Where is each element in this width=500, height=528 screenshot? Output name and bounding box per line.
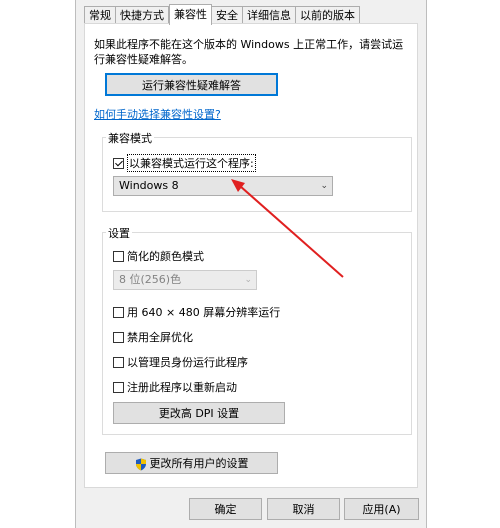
os-version-select[interactable]: Windows 8 ⌄: [113, 176, 333, 196]
run-as-admin-label: 以管理员身份运行此程序: [127, 356, 248, 369]
resolution-checkbox[interactable]: [113, 306, 124, 318]
os-version-selected-value: Windows 8: [119, 179, 179, 192]
run-as-admin-row[interactable]: 以管理员身份运行此程序: [113, 354, 248, 370]
tab-previous-versions[interactable]: 以前的版本: [296, 6, 360, 24]
settings-group: 设置 简化的颜色模式 8 位(256)色 ⌄ 用 640 × 480 屏幕分辨率…: [102, 225, 412, 435]
compat-mode-checkbox[interactable]: [113, 157, 124, 169]
ok-button[interactable]: 确定: [189, 498, 262, 520]
change-all-users-button[interactable]: 更改所有用户的设置: [105, 452, 278, 474]
reduced-color-label: 简化的颜色模式: [127, 250, 204, 263]
reduced-color-row[interactable]: 简化的颜色模式: [113, 248, 204, 264]
register-restart-row[interactable]: 注册此程序以重新启动: [113, 379, 237, 395]
compat-mode-checkbox-label: 以兼容模式运行这个程序:: [127, 154, 256, 172]
compat-mode-group: 兼容模式 以兼容模式运行这个程序: Windows 8 ⌄: [102, 130, 412, 212]
uac-shield-icon: [135, 458, 146, 470]
compatibility-panel: 如果此程序不能在这个版本的 Windows 上正常工作，请尝试运行兼容性疑难解答…: [84, 23, 418, 488]
color-depth-value: 8 位(256)色: [119, 273, 182, 286]
tab-security[interactable]: 安全: [212, 6, 243, 24]
properties-window: 常规 快捷方式 兼容性 安全 详细信息 以前的版本 如果此程序不能在这个版本的 …: [75, 0, 427, 528]
tab-compatibility[interactable]: 兼容性: [169, 4, 212, 25]
resolution-row[interactable]: 用 640 × 480 屏幕分辨率运行: [113, 304, 280, 320]
tab-details[interactable]: 详细信息: [243, 6, 296, 24]
cancel-button[interactable]: 取消: [267, 498, 340, 520]
intro-text: 如果此程序不能在这个版本的 Windows 上正常工作，请尝试运行兼容性疑难解答…: [94, 38, 404, 66]
compat-mode-group-title: 兼容模式: [106, 130, 154, 146]
apply-button[interactable]: 应用(A): [344, 498, 419, 520]
settings-group-title: 设置: [106, 225, 132, 241]
run-troubleshooter-button[interactable]: 运行兼容性疑难解答: [105, 73, 278, 96]
color-depth-select: 8 位(256)色 ⌄: [113, 270, 257, 290]
register-restart-checkbox[interactable]: [113, 381, 124, 393]
run-as-admin-checkbox[interactable]: [113, 356, 124, 368]
disable-fullscreen-row[interactable]: 禁用全屏优化: [113, 329, 193, 345]
chevron-down-icon: ⌄: [244, 275, 252, 285]
change-dpi-button[interactable]: 更改高 DPI 设置: [113, 402, 285, 424]
chevron-down-icon: ⌄: [320, 181, 328, 191]
compat-mode-checkbox-row[interactable]: 以兼容模式运行这个程序:: [113, 154, 256, 172]
tab-shortcut[interactable]: 快捷方式: [116, 6, 169, 24]
reduced-color-checkbox[interactable]: [113, 250, 124, 262]
register-restart-label: 注册此程序以重新启动: [127, 381, 237, 394]
change-all-users-label: 更改所有用户的设置: [149, 457, 249, 470]
resolution-label: 用 640 × 480 屏幕分辨率运行: [127, 306, 281, 319]
disable-fullscreen-label: 禁用全屏优化: [127, 331, 193, 344]
manual-settings-link[interactable]: 如何手动选择兼容性设置?: [94, 106, 221, 122]
tab-strip: 常规 快捷方式 兼容性 安全 详细信息 以前的版本: [84, 4, 360, 25]
tab-general[interactable]: 常规: [84, 6, 116, 24]
disable-fullscreen-checkbox[interactable]: [113, 331, 124, 343]
